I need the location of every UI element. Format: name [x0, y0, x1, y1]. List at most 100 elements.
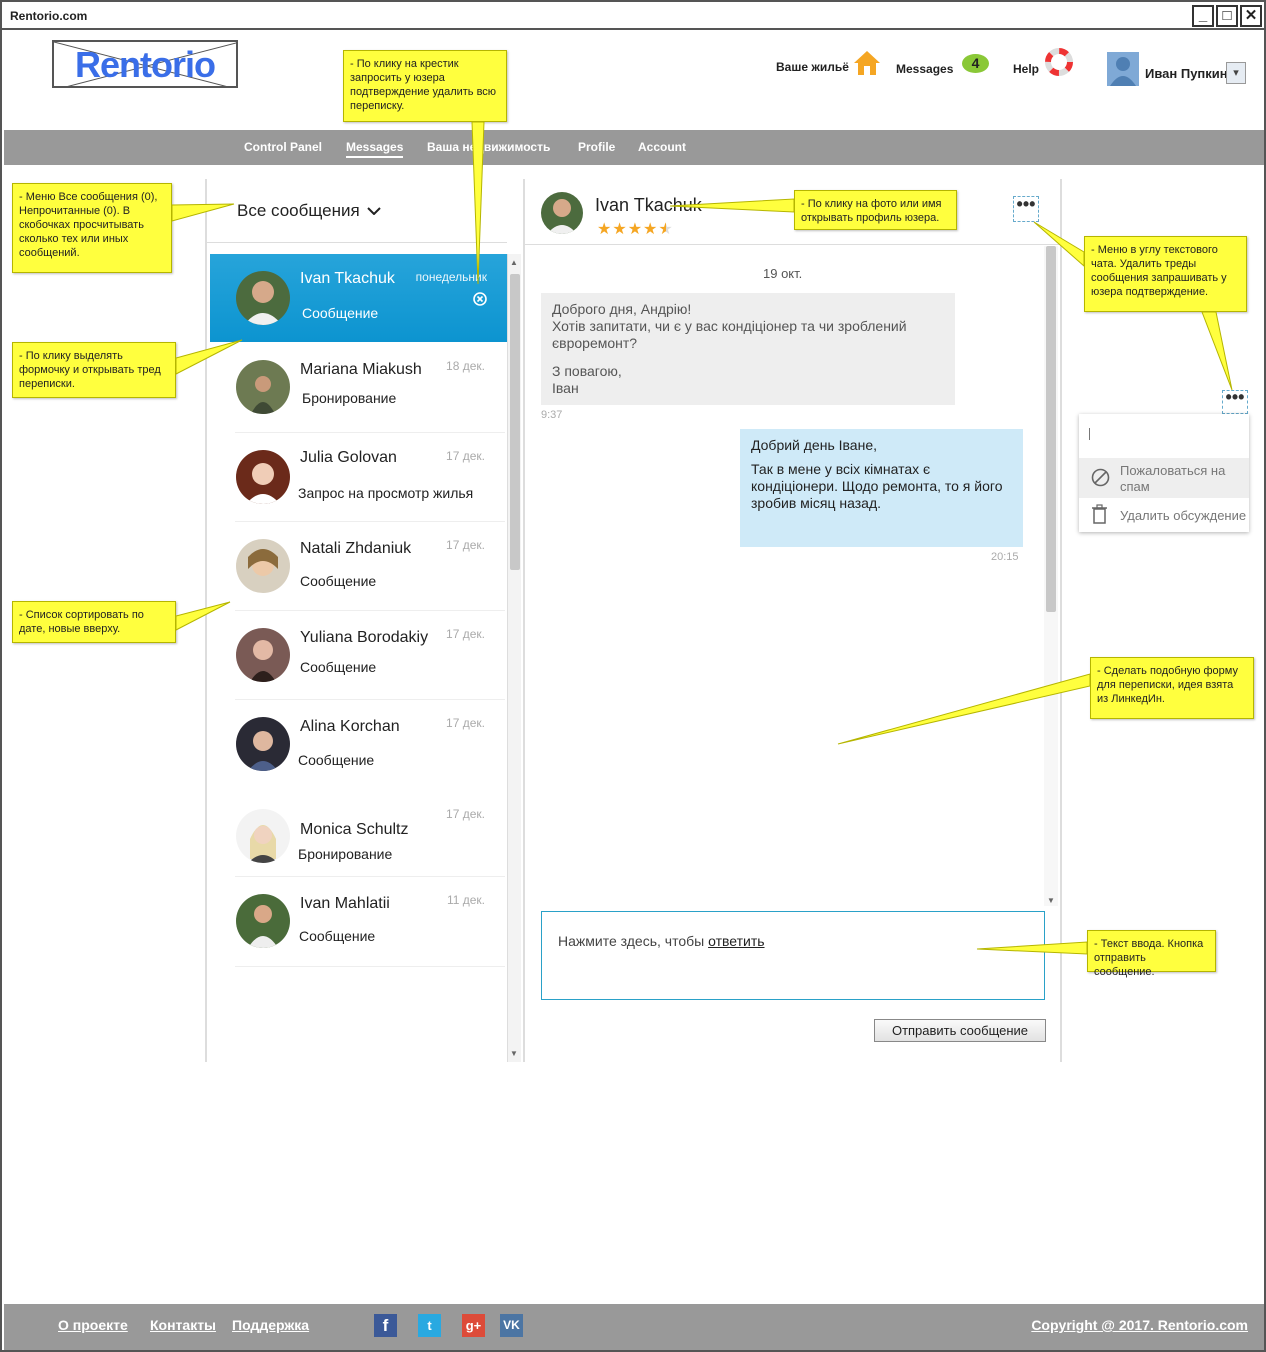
google-plus-icon[interactable]: g+: [462, 1314, 485, 1337]
close-window-button[interactable]: ✕: [1240, 5, 1262, 27]
help-link[interactable]: Help: [1013, 62, 1039, 76]
annotation-note: - Меню Все сообщения (0), Непрочитанные …: [12, 183, 172, 273]
nav-profile[interactable]: Profile: [578, 140, 615, 154]
scrollbar-thumb[interactable]: [1046, 246, 1056, 612]
message-line: Доброго дня, Андрію!: [552, 301, 692, 317]
conversation-item[interactable]: Alina Korchan Сообщение 17 дек.: [210, 700, 507, 788]
logo[interactable]: Rentorio: [52, 40, 238, 88]
reply-input[interactable]: Нажмите здесь, чтобы ответить: [541, 911, 1045, 1000]
message-time: 20:15: [991, 551, 1019, 563]
messages-link[interactable]: Messages: [896, 62, 953, 76]
chat-menu-button[interactable]: •••: [1013, 195, 1039, 222]
conversation-item[interactable]: Natali Zhdaniuk Сообщение 17 дек.: [210, 522, 507, 610]
logo-text: Rentorio: [75, 44, 216, 85]
annotation-note: - По клику на фото или имя открывать про…: [794, 190, 957, 230]
conversation-item[interactable]: Ivan Mahlatii Сообщение 11 дек.: [210, 877, 507, 965]
send-message-button[interactable]: Отправить сообщение: [874, 1019, 1046, 1042]
lifebuoy-icon[interactable]: [1045, 48, 1073, 76]
conversation-item[interactable]: Yuliana Borodakiy Сообщение 17 дек.: [210, 611, 507, 699]
minimize-button[interactable]: _: [1192, 5, 1214, 27]
house-icon[interactable]: [853, 50, 881, 76]
chevron-down-icon[interactable]: [367, 207, 381, 215]
conversation-item[interactable]: Julia Golovan Запрос на просмотр жилья 1…: [210, 433, 507, 521]
contact-photo[interactable]: [541, 192, 583, 234]
conversation-date: 17 дек.: [446, 627, 485, 641]
delete-discussion-menu-item[interactable]: Удалить обсуждение: [1079, 500, 1249, 530]
incoming-message: Доброго дня, Андрію! Хотів запитати, чи …: [541, 293, 955, 405]
annotation-note: - Сделать подобную форму для переписки, …: [1090, 657, 1254, 719]
chat-pane: Ivan Tkachuk ★★★★★ ••• 19 окт. Доброго д…: [523, 179, 1062, 1062]
conversation-subject: Бронирование: [298, 846, 393, 862]
contact-photo[interactable]: [236, 450, 290, 504]
rating-stars: ★★★★★: [597, 219, 674, 239]
conversation-date: 18 дек.: [446, 359, 485, 373]
conversation-item[interactable]: Monica Schultz Бронирование 17 дек.: [210, 789, 507, 889]
delete-conversation-icon[interactable]: [473, 292, 487, 306]
vk-icon[interactable]: VK: [500, 1314, 523, 1337]
nav-control-panel[interactable]: Control Panel: [244, 140, 322, 154]
contact-photo[interactable]: [236, 360, 290, 414]
conversation-subject: Сообщение: [298, 752, 375, 768]
contact-name[interactable]: Mariana Miakush: [300, 361, 422, 379]
twitter-icon[interactable]: t: [418, 1314, 441, 1337]
reply-placeholder-text: Нажмите здесь, чтобы: [558, 933, 705, 949]
facebook-icon[interactable]: f: [374, 1314, 397, 1337]
nav-your-property[interactable]: Ваша недвижимость: [427, 140, 550, 154]
contact-name[interactable]: Monica Schultz: [300, 821, 409, 839]
conversation-subject: Сообщение: [299, 928, 376, 944]
messages-count-badge[interactable]: 4: [962, 54, 989, 73]
message-filter-dropdown[interactable]: Все сообщения: [237, 201, 360, 221]
footer-support-link[interactable]: Поддержка: [232, 1317, 309, 1333]
annotation-note: - Текст ввода. Кнопка отправить сообщени…: [1087, 930, 1216, 978]
contact-photo[interactable]: [236, 539, 290, 593]
annotation-note: - Меню в углу текстового чата. Удалить т…: [1084, 236, 1247, 312]
trash-icon: [1092, 504, 1107, 524]
scroll-down-icon[interactable]: ▼: [510, 1049, 518, 1058]
day-separator: 19 окт.: [763, 266, 803, 281]
block-icon: [1091, 468, 1110, 487]
maximize-button[interactable]: □: [1216, 5, 1238, 27]
reply-placeholder[interactable]: Нажмите здесь, чтобы ответить: [558, 933, 765, 949]
contact-name[interactable]: Yuliana Borodakiy: [300, 629, 428, 647]
footer-contacts-link[interactable]: Контакты: [150, 1317, 216, 1333]
contact-name[interactable]: Julia Golovan: [300, 449, 397, 467]
chat-menu-button[interactable]: •••: [1222, 388, 1248, 414]
your-housing-link[interactable]: Ваше жильё: [776, 60, 849, 74]
contact-name[interactable]: Ivan Mahlatii: [300, 895, 390, 913]
conversation-item[interactable]: Mariana Miakush Бронирование 18 дек.: [210, 343, 507, 431]
contact-photo[interactable]: [236, 271, 290, 325]
nav-messages[interactable]: Messages: [346, 140, 404, 158]
scroll-down-icon[interactable]: ▼: [1047, 896, 1055, 905]
copyright: Copyright @ 2017. Rentorio.com: [1031, 1317, 1248, 1333]
reply-link[interactable]: ответить: [708, 933, 764, 949]
message-time: 9:37: [541, 409, 563, 421]
conversation-item[interactable]: Ivan Tkachuk Сообщение понедельник: [210, 254, 507, 342]
contact-photo[interactable]: [236, 809, 290, 863]
chat-contact-name[interactable]: Ivan Tkachuk: [595, 195, 702, 216]
contact-name[interactable]: Alina Korchan: [300, 718, 400, 736]
contact-photo[interactable]: [236, 628, 290, 682]
scroll-up-icon[interactable]: ▲: [510, 258, 518, 267]
window-title: Rentorio.com: [10, 9, 88, 23]
footer: О проекте Контакты Поддержка f t g+ VK C…: [4, 1304, 1264, 1350]
contact-photo[interactable]: [236, 894, 290, 948]
menu-item-label: Пожаловаться на спам: [1120, 463, 1226, 494]
chat-scrollbar[interactable]: ▼: [1044, 246, 1058, 906]
contact-name[interactable]: Natali Zhdaniuk: [300, 540, 411, 558]
star-icon: ★: [597, 221, 613, 238]
chat-header: Ivan Tkachuk ★★★★★ •••: [525, 179, 1060, 245]
report-spam-menu-item[interactable]: Пожаловаться на спам: [1079, 458, 1249, 498]
conversation-date: 17 дек.: [446, 807, 485, 821]
footer-about-link[interactable]: О проекте: [58, 1317, 128, 1333]
contact-photo[interactable]: [236, 717, 290, 771]
nav-account[interactable]: Account: [638, 140, 686, 154]
contact-name[interactable]: Ivan Tkachuk: [300, 270, 395, 288]
user-avatar[interactable]: [1107, 52, 1139, 86]
divider: [207, 242, 507, 243]
scrollbar-thumb[interactable]: [510, 274, 520, 570]
user-name[interactable]: Иван Пупкин: [1145, 66, 1228, 81]
star-icon: ★: [658, 221, 674, 238]
app-window: Rentorio.com _ □ ✕ Rentorio Ваше жильё M…: [0, 0, 1266, 1352]
conversation-list-scrollbar[interactable]: ▲ ▼: [507, 254, 521, 1062]
user-menu-dropdown[interactable]: ▾: [1226, 62, 1246, 84]
